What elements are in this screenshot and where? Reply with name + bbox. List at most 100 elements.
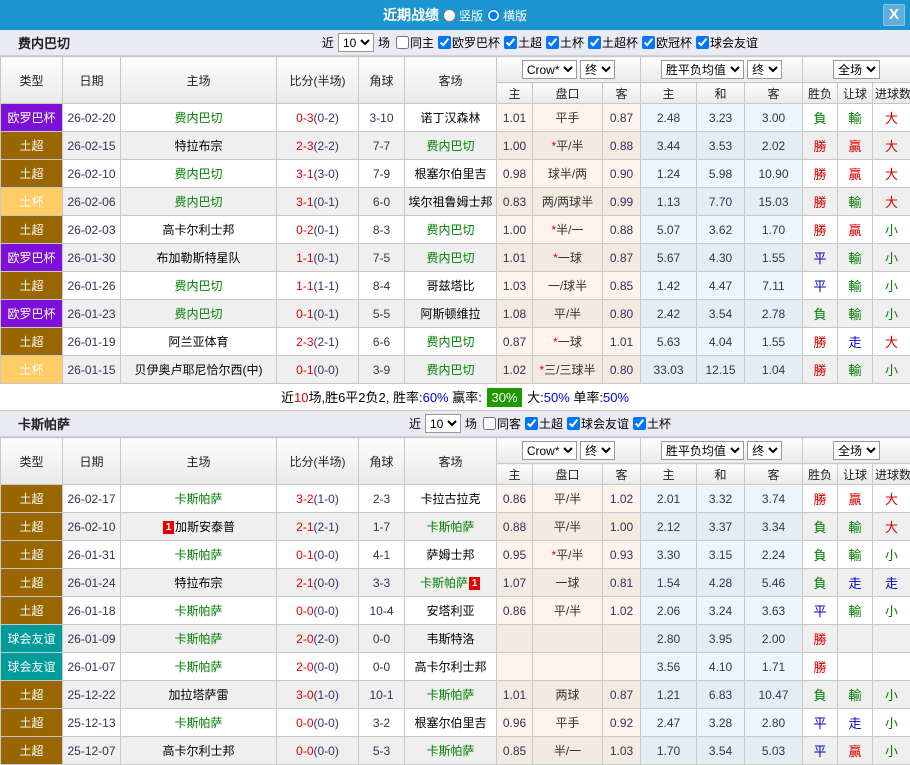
match-date: 26-01-18 xyxy=(63,597,121,625)
avg-home-odds: 2.48 xyxy=(641,104,697,132)
away-odds: 0.87 xyxy=(603,244,641,272)
competition-checkbox[interactable] xyxy=(588,36,601,49)
full-score: 3-0 xyxy=(296,688,313,702)
checkbox-label: 球会友谊 xyxy=(581,415,629,432)
handicap-text: 半/一 xyxy=(556,223,583,237)
goals-flag: 大 xyxy=(873,188,910,216)
full-score: 1-1 xyxy=(296,279,313,293)
away-odds: 1.01 xyxy=(603,328,641,356)
bookmaker-select[interactable]: Crow* xyxy=(522,60,577,79)
competition-checkbox[interactable] xyxy=(633,417,646,430)
full-score: 0-2 xyxy=(296,223,313,237)
filter-option[interactable]: 欧罗巴杯 xyxy=(438,34,500,51)
layout-radio-horizontal[interactable]: 横版 xyxy=(487,7,527,24)
home-odds: 1.01 xyxy=(497,681,533,709)
handicap-line: 平手 xyxy=(533,104,603,132)
avg-draw-odds: 12.15 xyxy=(697,356,745,384)
team-name-text: 费内巴切 xyxy=(174,279,222,293)
vertical-radio[interactable] xyxy=(443,9,456,22)
home-team-cell: 费内巴切 xyxy=(121,272,277,300)
avg-draw-odds: 7.70 xyxy=(697,188,745,216)
col-score: 比分(半场) xyxy=(277,438,359,485)
avg-stage-select[interactable]: 终 xyxy=(747,441,782,460)
avg-away-odds: 5.46 xyxy=(745,569,803,597)
away-odds: 0.88 xyxy=(603,216,641,244)
avg-home-odds: 2.80 xyxy=(641,625,697,653)
match-score: 0-3(0-2) xyxy=(277,104,359,132)
away-odds: 1.00 xyxy=(603,513,641,541)
filter-option[interactable]: 土杯 xyxy=(633,415,671,432)
filter-option[interactable]: 同客 xyxy=(483,415,521,432)
corner-count: 10-4 xyxy=(359,597,405,625)
avg-home-odds: 5.07 xyxy=(641,216,697,244)
competition-checkbox[interactable] xyxy=(396,36,409,49)
goals-flag: 小 xyxy=(873,597,910,625)
competition-checkbox[interactable] xyxy=(438,36,451,49)
odds-stage-select[interactable]: 终 xyxy=(580,441,615,460)
avg-stage-select[interactable]: 终 xyxy=(747,60,782,79)
filter-option[interactable]: 土超 xyxy=(525,415,563,432)
competition-checkbox[interactable] xyxy=(567,417,580,430)
away-odds: 0.81 xyxy=(603,569,641,597)
handicap-flag: 贏 xyxy=(838,216,873,244)
filter-option[interactable]: 同主 xyxy=(396,34,434,51)
half-score: (0-0) xyxy=(314,716,339,730)
odds-stage-select[interactable]: 终 xyxy=(580,60,615,79)
filter-option[interactable]: 欧冠杯 xyxy=(642,34,692,51)
team-name-text: 贝伊奥卢耶尼恰尔西(中) xyxy=(135,363,263,377)
avg-select[interactable]: 胜平负均值 xyxy=(661,60,744,79)
summary-segment: 50% xyxy=(603,390,629,405)
bookmaker-select[interactable]: Crow* xyxy=(522,441,577,460)
competition-checkbox[interactable] xyxy=(504,36,517,49)
goals-flag: 小 xyxy=(873,244,910,272)
avg-draw-odds: 4.04 xyxy=(697,328,745,356)
col-date: 日期 xyxy=(63,438,121,485)
half-score: (0-1) xyxy=(314,251,339,265)
away-odds: 0.80 xyxy=(603,300,641,328)
handicap-line: 平/半 xyxy=(533,597,603,625)
match-count-select[interactable]: 10 xyxy=(425,414,461,433)
team-name-text: 高卡尔利士邦 xyxy=(414,660,486,674)
section-header-away-team: 卡斯帕萨 近 10 场 同客土超球会友谊土杯 xyxy=(0,411,910,437)
scope-group-header: 全场 xyxy=(803,438,910,464)
away-team-cell: 费内巴切 xyxy=(405,216,497,244)
team-name-text: 卡斯帕萨 xyxy=(426,744,474,758)
competition-checkbox[interactable] xyxy=(642,36,655,49)
corner-count: 0-0 xyxy=(359,625,405,653)
checkbox-label: 欧罗巴杯 xyxy=(452,34,500,51)
home-team-cell: 1加斯安泰普 xyxy=(121,513,277,541)
filter-option[interactable]: 球会友谊 xyxy=(567,415,629,432)
filter-option[interactable]: 土超 xyxy=(504,34,542,51)
team-name-text: 哥兹塔比 xyxy=(426,279,474,293)
filter-bar: 近 10 场 同客土超球会友谊土杯 xyxy=(170,414,910,433)
away-odds: 0.99 xyxy=(603,188,641,216)
match-count-select[interactable]: 10 xyxy=(338,33,374,52)
competition-checkbox[interactable] xyxy=(483,417,496,430)
competition-checkbox[interactable] xyxy=(525,417,538,430)
away-team-cell: 埃尔祖鲁姆士邦 xyxy=(405,188,497,216)
away-team-cell: 根塞尔伯里吉 xyxy=(405,709,497,737)
competition-checkbox[interactable] xyxy=(546,36,559,49)
avg-home-odds: 1.42 xyxy=(641,272,697,300)
scope-select[interactable]: 全场 xyxy=(833,441,880,460)
home-odds: 1.00 xyxy=(497,132,533,160)
handicap-flag: 贏 xyxy=(838,160,873,188)
filter-option[interactable]: 土超杯 xyxy=(588,34,638,51)
filter-option[interactable]: 球会友谊 xyxy=(696,34,758,51)
home-odds xyxy=(497,625,533,653)
away-team-cell: 萨姆士邦 xyxy=(405,541,497,569)
summary-segment: 近 xyxy=(281,390,294,405)
competition-checkbox[interactable] xyxy=(696,36,709,49)
team-name-text: 布加勒斯特星队 xyxy=(156,251,240,265)
layout-radio-vertical[interactable]: 竖版 xyxy=(443,7,483,24)
avg-select[interactable]: 胜平负均值 xyxy=(661,441,744,460)
match-row: 土超25-12-22加拉塔萨雷3-0(1-0)10-1卡斯帕萨1.01两球0.8… xyxy=(1,681,910,709)
scope-select[interactable]: 全场 xyxy=(833,60,880,79)
full-score: 0-0 xyxy=(296,744,313,758)
match-score: 1-1(0-1) xyxy=(277,244,359,272)
close-icon[interactable]: X xyxy=(883,4,905,26)
horizontal-radio[interactable] xyxy=(487,9,500,22)
competition-type-badge: 土超 xyxy=(1,328,63,356)
match-score: 0-1(0-1) xyxy=(277,300,359,328)
filter-option[interactable]: 土杯 xyxy=(546,34,584,51)
